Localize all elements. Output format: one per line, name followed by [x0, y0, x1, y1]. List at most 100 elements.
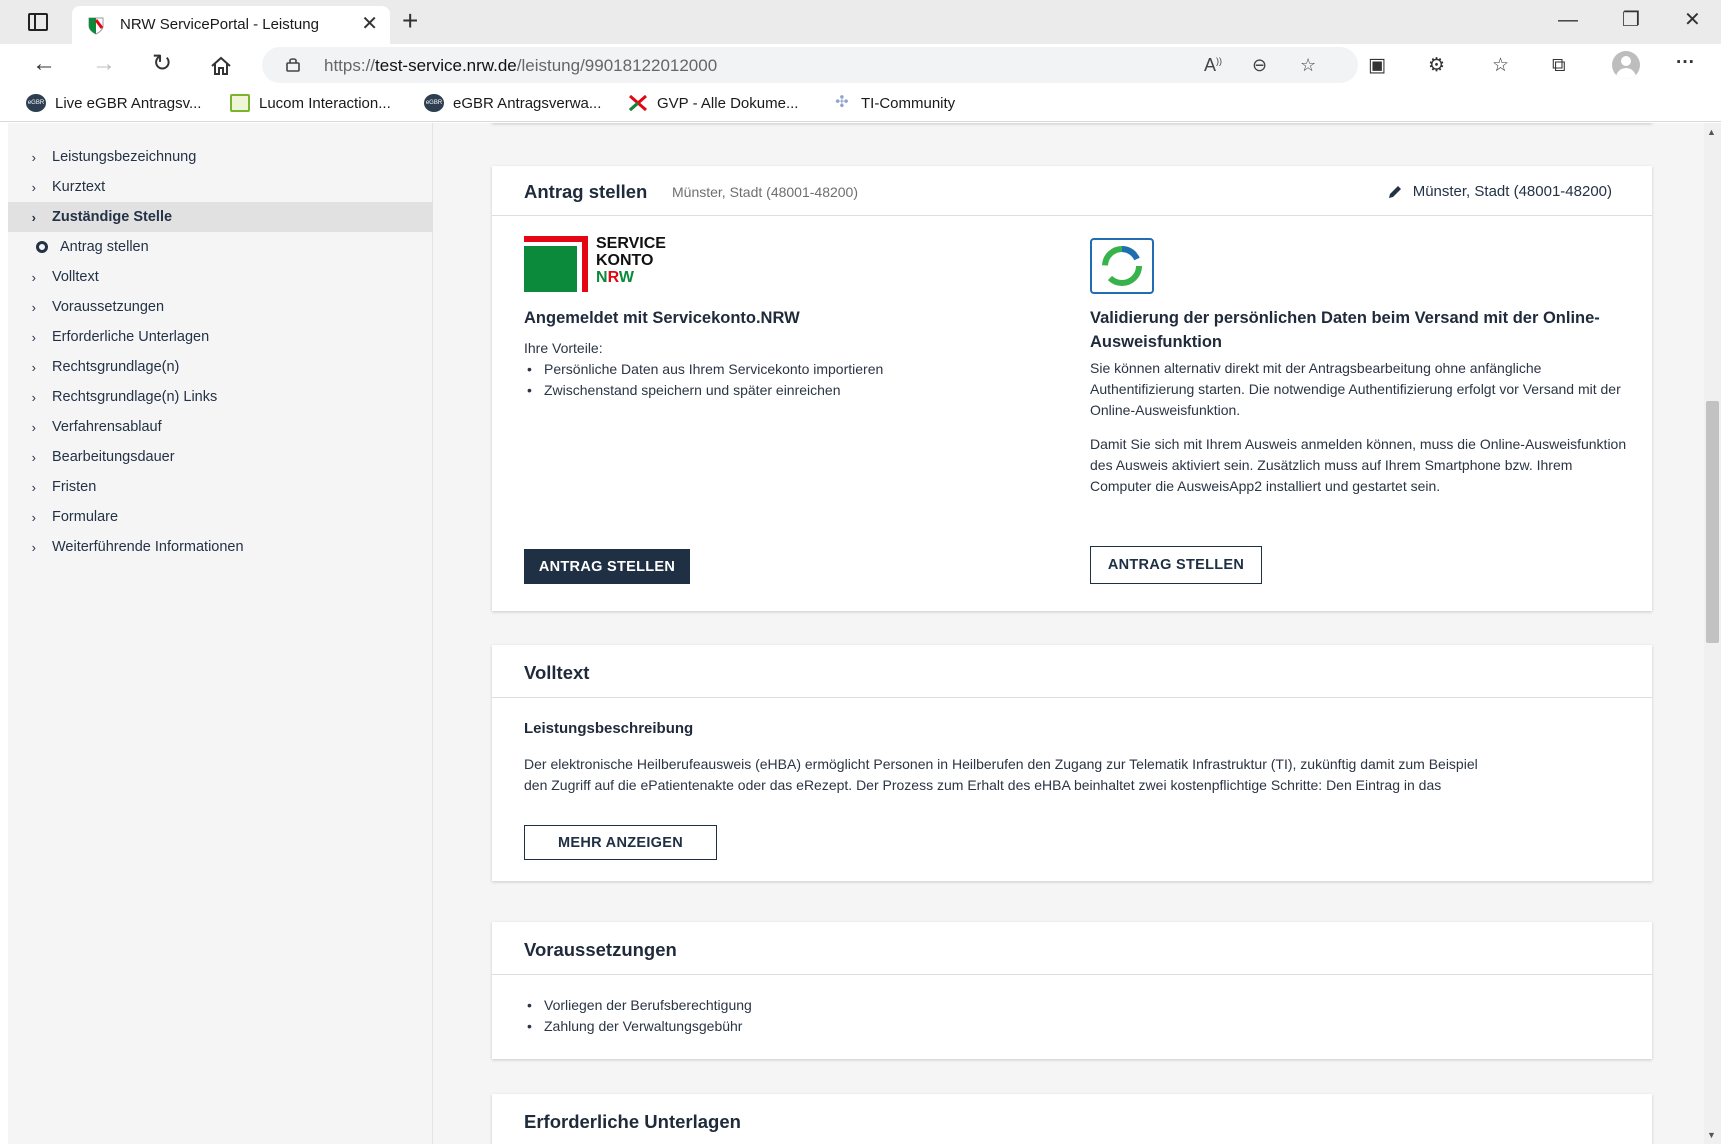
- nav-item-label: Bearbeitungsdauer: [52, 449, 175, 465]
- bookmarks-bar: eGBR Live eGBR Antragsv... Lucom Interac…: [0, 86, 1721, 122]
- collections-icon[interactable]: ⧉: [1552, 55, 1566, 77]
- chevron-right-icon: ›: [31, 509, 36, 525]
- chevron-right-icon: ›: [31, 419, 36, 435]
- nav-item-leistungsbezeichnung[interactable]: › Leistungsbezeichnung: [8, 142, 433, 172]
- page-scrollbar[interactable]: ▲ ▼: [1704, 123, 1721, 1144]
- back-icon[interactable]: ←: [32, 50, 56, 78]
- bookmark-egbr-antragsverwaltung[interactable]: eGBR eGBR Antragsverwa...: [424, 94, 601, 112]
- voraussetzungen-card: Voraussetzungen Vorliegen der Berufsbere…: [492, 922, 1652, 1059]
- card-header: Erforderliche Unterlagen: [492, 1094, 1652, 1144]
- nav-item-voraussetzungen[interactable]: › Voraussetzungen: [8, 292, 433, 322]
- nav-item-label: Rechtsgrundlage(n): [52, 359, 180, 375]
- chevron-right-icon: ›: [31, 389, 36, 405]
- forward-icon[interactable]: →: [92, 50, 116, 78]
- nav-item-label: Leistungsbezeichnung: [52, 149, 197, 165]
- ti-icon: ✣: [835, 94, 849, 111]
- servicekonto-heading: Angemeldet mit Servicekonto.NRW: [524, 309, 800, 327]
- reload-icon[interactable]: ↻: [152, 50, 172, 78]
- nav-item-erforderliche-unterlagen[interactable]: › Erforderliche Unterlagen: [8, 322, 433, 352]
- card-title: Antrag stellen: [524, 181, 648, 202]
- address-bar[interactable]: https://test-service.nrw.de/leistung/990…: [262, 47, 1358, 83]
- zoom-out-icon[interactable]: ⊖: [1252, 55, 1267, 76]
- online-ausweis-logo: [1090, 238, 1154, 294]
- nav-item-zustaendige-stelle[interactable]: › Zuständige Stelle: [8, 202, 433, 232]
- section-navigation: › Leistungsbezeichnung › Kurztext › Zuständ…: [8, 123, 433, 1144]
- page-viewport: › Leistungsbezeichnung › Kurztext › Zuständ…: [8, 123, 1721, 1144]
- volltext-body: Leistungsbeschreibung Der elektronische …: [524, 720, 1634, 796]
- antrag-stellen-servicekonto-button[interactable]: ANTRAG STELLEN: [524, 549, 690, 584]
- bookmark-lucom[interactable]: Lucom Interaction...: [230, 94, 391, 112]
- logo-red-bar: [524, 236, 588, 242]
- list-item: Zwischenstand speichern und später einre…: [524, 380, 1054, 401]
- add-favorite-icon[interactable]: ☆: [1300, 55, 1316, 76]
- bookmark-ti-community[interactable]: ✣ TI-Community: [832, 94, 955, 112]
- chevron-right-icon: ›: [31, 479, 36, 495]
- tab-close-icon[interactable]: ✕: [361, 13, 378, 35]
- more-menu-icon[interactable]: ···: [1676, 52, 1695, 74]
- nav-item-label: Erforderliche Unterlagen: [52, 329, 210, 345]
- nav-item-formulare[interactable]: › Formulare: [8, 502, 433, 532]
- nav-item-kurztext[interactable]: › Kurztext: [8, 172, 433, 202]
- chevron-right-icon: ›: [31, 269, 36, 285]
- lucom-icon: [230, 94, 250, 112]
- gvp-icon: [629, 94, 647, 112]
- bookmark-label: eGBR Antragsverwa...: [453, 94, 602, 112]
- bookmark-live-egbr[interactable]: eGBR Live eGBR Antragsv...: [26, 94, 201, 112]
- voraussetzungen-list: Vorliegen der Berufsberechtigung Zahlung…: [524, 995, 1624, 1037]
- url-text[interactable]: https://test-service.nrw.de/leistung/990…: [324, 56, 717, 76]
- chevron-right-icon: ›: [31, 149, 36, 165]
- card-title: Volltext: [524, 662, 590, 683]
- nav-item-label: Kurztext: [52, 179, 106, 195]
- nav-item-label: Weiterführende Informationen: [52, 539, 244, 555]
- change-location-link[interactable]: Münster, Stadt (48001-48200): [1387, 183, 1612, 200]
- scroll-thumb[interactable]: [1706, 401, 1719, 643]
- home-icon[interactable]: [210, 56, 232, 76]
- nav-item-label: Voraussetzungen: [52, 299, 165, 315]
- bookmark-gvp[interactable]: GVP - Alle Dokume...: [628, 94, 798, 112]
- mehr-anzeigen-button[interactable]: MEHR ANZEIGEN: [524, 825, 717, 860]
- extension-shield-icon[interactable]: ▣: [1368, 55, 1386, 77]
- browser-toolbar: ← → ↻ https://test-service.nrw.de/leistu…: [0, 44, 1721, 86]
- nav-item-volltext[interactable]: › Volltext: [8, 262, 433, 292]
- servicekonto-nrw-logo: SERVICE KONTO NRW: [524, 235, 684, 296]
- card-header: Volltext: [492, 645, 1652, 698]
- chevron-right-icon: ›: [31, 209, 36, 225]
- nav-item-label: Verfahrensablauf: [52, 419, 162, 435]
- list-item: Zahlung der Verwaltungsgebühr: [524, 1016, 1624, 1037]
- online-ausweis-icon: [1102, 246, 1142, 286]
- chevron-right-icon: ›: [31, 299, 36, 315]
- new-tab-button[interactable]: +: [402, 6, 418, 36]
- leistungsbeschreibung-line-2: den Zugriff auf die ePatientenakte oder …: [524, 777, 1442, 793]
- nav-item-verfahrensablauf[interactable]: › Verfahrensablauf: [8, 412, 433, 442]
- nav-item-label: Fristen: [52, 479, 97, 495]
- leistungsbeschreibung-heading: Leistungsbeschreibung: [524, 720, 694, 737]
- chevron-right-icon: ›: [31, 179, 36, 195]
- nav-item-fristen[interactable]: › Fristen: [8, 472, 433, 502]
- extensions-icon[interactable]: ⚙: [1428, 55, 1445, 77]
- nav-item-rechtsgrundlagen-links[interactable]: › Rechtsgrundlage(n) Links: [8, 382, 433, 412]
- lock-icon[interactable]: [286, 56, 300, 72]
- browser-tab[interactable]: NRW ServicePortal - Leistung ✕: [72, 6, 390, 44]
- nav-item-weiterfuehrende-informationen[interactable]: › Weiterführende Informationen: [8, 532, 433, 562]
- favorites-icon[interactable]: ☆: [1492, 55, 1509, 77]
- online-ausweis-heading: Validierung der persönlichen Daten beim …: [1090, 309, 1600, 351]
- nav-item-label: Antrag stellen: [60, 239, 149, 255]
- chevron-right-icon: ›: [31, 449, 36, 465]
- restore-icon[interactable]: ❐: [1622, 8, 1640, 32]
- nav-item-rechtsgrundlagen[interactable]: › Rechtsgrundlage(n): [8, 352, 433, 382]
- scroll-down-icon[interactable]: ▼: [1707, 1130, 1716, 1140]
- sidebar-toggle-icon[interactable]: [28, 13, 48, 31]
- online-ausweis-column: Validierung der persönlichen Daten beim …: [1090, 306, 1630, 497]
- antrag-stellen-ausweis-button[interactable]: ANTRAG STELLEN: [1090, 546, 1262, 584]
- bookmark-label: GVP - Alle Dokume...: [657, 94, 799, 112]
- nav-item-bearbeitungsdauer[interactable]: › Bearbeitungsdauer: [8, 442, 433, 472]
- minimize-icon[interactable]: —: [1558, 8, 1578, 32]
- nav-item-antrag-stellen[interactable]: Antrag stellen: [8, 232, 433, 262]
- bookmark-label: TI-Community: [861, 94, 956, 112]
- tab-title: NRW ServicePortal - Leistung: [120, 16, 319, 33]
- chevron-right-icon: ›: [31, 539, 36, 555]
- read-aloud-icon[interactable]: A)): [1204, 55, 1222, 76]
- window-close-icon[interactable]: ✕: [1684, 8, 1701, 32]
- profile-avatar[interactable]: [1612, 51, 1640, 79]
- scroll-up-icon[interactable]: ▲: [1707, 127, 1716, 137]
